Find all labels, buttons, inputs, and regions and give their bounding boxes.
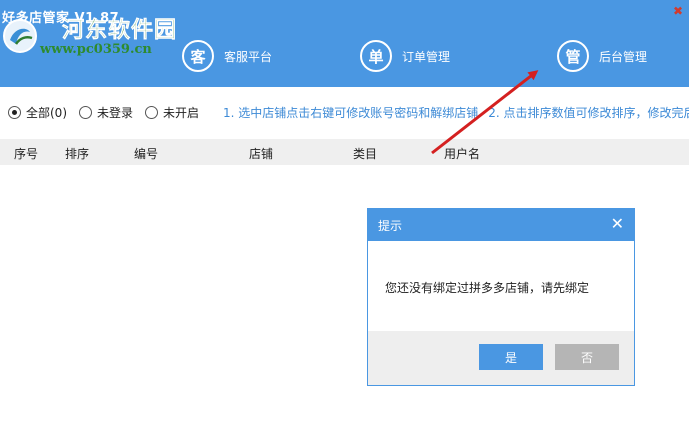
dialog-header: 提示 ✕: [368, 209, 634, 241]
dialog-footer: 是 否: [368, 331, 634, 385]
nav-customer-service[interactable]: 客 客服平台: [182, 40, 272, 72]
filter-not-logged-in-label: 未登录: [97, 105, 134, 120]
nav-order-management[interactable]: 单 订单管理: [360, 40, 450, 72]
filter-not-logged-in-radio[interactable]: 未登录: [79, 104, 133, 121]
yes-button[interactable]: 是: [479, 344, 543, 370]
backend-icon: 管: [557, 40, 589, 72]
radio-unchecked-icon: [145, 105, 159, 119]
dialog-message: 您还没有绑定过拼多多店铺，请先绑定: [385, 281, 590, 295]
watermark-url: www.pc0359.cn: [40, 42, 152, 57]
filter-all-label: 全部(0): [26, 105, 67, 120]
no-button[interactable]: 否: [555, 344, 619, 370]
window-close-icon[interactable]: ✖: [673, 4, 683, 18]
column-header-username[interactable]: 用户名: [444, 145, 480, 162]
column-header-category[interactable]: 类目: [353, 145, 377, 162]
hint-text-2: 2. 点击排序数值可修改排序，修改完后: [488, 105, 689, 120]
column-header-sort[interactable]: 排序: [65, 145, 89, 162]
order-icon: 单: [360, 40, 392, 72]
prompt-dialog: 提示 ✕ 您还没有绑定过拼多多店铺，请先绑定 是 否: [367, 208, 635, 386]
nav-customer-service-label: 客服平台: [224, 49, 273, 64]
column-header-id[interactable]: 编号: [134, 145, 158, 162]
table-header: 序号 排序 编号 店铺 类目 用户名: [0, 139, 689, 165]
dialog-title: 提示: [378, 219, 403, 233]
column-header-index[interactable]: 序号: [14, 145, 38, 162]
watermark-site-name: 河东软件园: [62, 18, 178, 44]
filter-all-radio[interactable]: 全部(0): [8, 104, 67, 121]
watermark: 河东软件园 www.pc0359.cn: [0, 10, 200, 70]
nav-backend-management-label: 后台管理: [599, 49, 648, 64]
radio-checked-icon: [8, 105, 21, 119]
top-header-bar: 好多店管家 V1.87 ✖ 河东软件园 www.pc0359.cn 客 客服平台…: [0, 0, 689, 87]
dialog-close-icon[interactable]: ✕: [611, 214, 624, 233]
watermark-logo-icon: [3, 19, 37, 53]
filter-bar: 全部(0) 未登录 未开启 1. 选中店铺点击右键可修改账号密码和解绑店铺 2.…: [8, 103, 689, 121]
customer-service-icon: 客: [182, 40, 214, 72]
column-header-shop[interactable]: 店铺: [249, 145, 273, 162]
hint-text-1: 1. 选中店铺点击右键可修改账号密码和解绑店铺: [223, 105, 479, 120]
filter-not-enabled-radio[interactable]: 未开启: [145, 104, 199, 121]
radio-unchecked-icon: [79, 105, 92, 119]
nav-backend-management[interactable]: 管 后台管理: [557, 40, 647, 72]
nav-order-management-label: 订单管理: [402, 49, 451, 64]
filter-not-enabled-label: 未开启: [163, 105, 200, 120]
